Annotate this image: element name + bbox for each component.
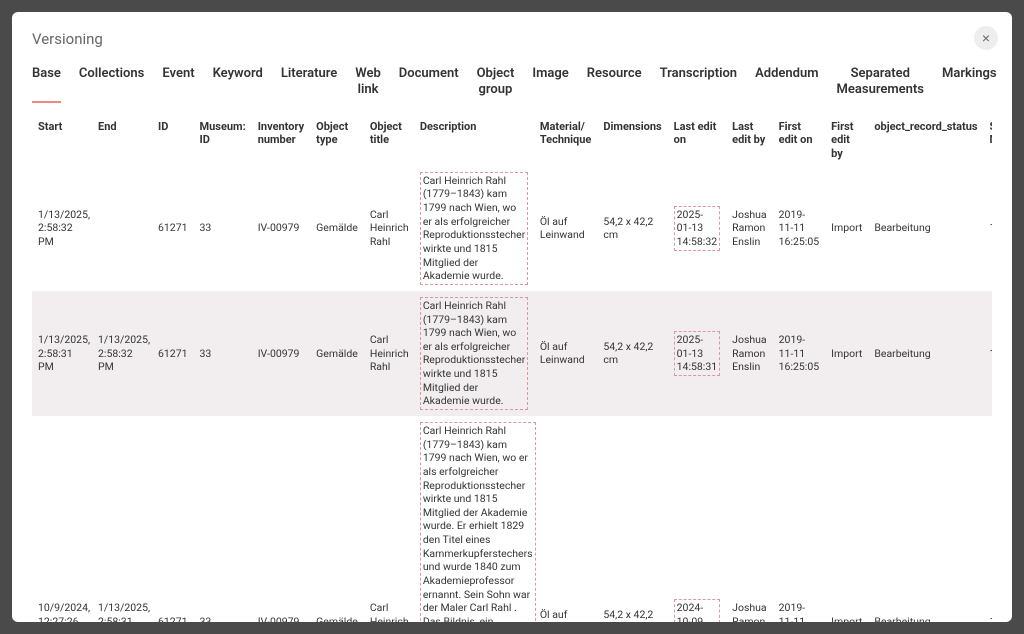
cell-record-status: Bearbeitung <box>868 291 983 416</box>
cell-description: Carl Heinrich Rahl (1779–1843) kam 1799 … <box>414 416 534 622</box>
col-description: Description <box>414 114 534 166</box>
cell-id: 61271 <box>152 291 194 416</box>
cell-record-status: Bearbeitung <box>868 166 983 291</box>
col-last-edit-by: Last edit by <box>726 114 772 166</box>
cell-material: Öl auf Leinwand <box>534 166 598 291</box>
cell-description: Carl Heinrich Rahl (1779–1843) kam 1799 … <box>414 166 534 291</box>
cell-material: Öl auf Leinwand <box>534 291 598 416</box>
cell-first-edit-by: Import <box>825 291 868 416</box>
cell-last-edit-on: 2024-10-09 00:27:26 <box>668 416 727 622</box>
tab-keyword[interactable]: Keyword <box>213 66 263 103</box>
tab-web-link[interactable]: Weblink <box>355 66 381 103</box>
cell-start: 1/13/2025, 2:58:31 PM <box>32 291 92 416</box>
col-material: Material/ Technique <box>534 114 598 166</box>
tab-transcription[interactable]: Transcription <box>660 66 737 103</box>
cell-object-title: Carl Heinrich Rahl <box>364 416 414 622</box>
table-header-row: Start End ID Museum: ID Inventory number… <box>32 114 992 166</box>
cell-first-edit-on: 2019-11-11 16:25:05 <box>773 166 826 291</box>
cell-social-media: 1 <box>984 291 992 416</box>
cell-object-type: Gemälde <box>310 166 364 291</box>
table-row[interactable]: 10/9/2024, 12:27:26 AM1/13/2025, 2:58:31… <box>32 416 992 622</box>
col-inventory-number: Inventory number <box>252 114 310 166</box>
cell-last-edit-by: Joshua Ramon Enslin <box>726 416 772 622</box>
tab-image[interactable]: Image <box>532 66 568 103</box>
cell-social-media: 1 <box>984 166 992 291</box>
cell-first-edit-by: Import <box>825 416 868 622</box>
tab-markings[interactable]: Markings <box>942 66 997 103</box>
cell-dimensions: 54,2 x 42,2 cm <box>597 416 667 622</box>
col-first-edit-on: First edit on <box>773 114 826 166</box>
cell-museum-id: 33 <box>194 166 252 291</box>
modal-title: Versioning <box>32 30 992 48</box>
cell-last-edit-by: Joshua Ramon Enslin <box>726 166 772 291</box>
versioning-modal: × Versioning Base Collections Event Keyword… <box>12 12 1012 622</box>
tab-base[interactable]: Base <box>32 66 61 103</box>
cell-id: 61271 <box>152 416 194 622</box>
tab-document[interactable]: Document <box>399 66 459 103</box>
tab-object-group[interactable]: Objectgroup <box>477 66 515 103</box>
cell-id: 61271 <box>152 166 194 291</box>
cell-start: 10/9/2024, 12:27:26 AM <box>32 416 92 622</box>
cell-last-edit-by: Joshua Ramon Enslin <box>726 291 772 416</box>
cell-inventory-number: IV-00979 <box>252 166 310 291</box>
cell-inventory-number: IV-00979 <box>252 416 310 622</box>
cell-dimensions: 54,2 x 42,2 cm <box>597 291 667 416</box>
tab-collections[interactable]: Collections <box>79 66 144 103</box>
col-record-status: object_record_status <box>868 114 983 166</box>
cell-end <box>92 166 152 291</box>
cell-dimensions: 54,2 x 42,2 cm <box>597 166 667 291</box>
tab-literature[interactable]: Literature <box>281 66 337 103</box>
cell-first-edit-by: Import <box>825 166 868 291</box>
close-button[interactable]: × <box>974 26 998 50</box>
cell-inventory-number: IV-00979 <box>252 291 310 416</box>
col-first-edit-by: First edit by <box>825 114 868 166</box>
cell-last-edit-on: 2025-01-13 14:58:32 <box>668 166 727 291</box>
table-row[interactable]: 1/13/2025, 2:58:32 PM 6127133IV-00979Gemä… <box>32 166 992 291</box>
col-end: End <box>92 114 152 166</box>
cell-end: 1/13/2025, 2:58:31 PM <box>92 416 152 622</box>
tab-bar: Base Collections Event Keyword Literature Web… <box>32 66 992 104</box>
cell-record-status: Bearbeitung <box>868 416 983 622</box>
version-table: Start End ID Museum: ID Inventory number… <box>32 114 992 622</box>
cell-last-edit-on: 2025-01-13 14:58:31 <box>668 291 727 416</box>
cell-material: Öl auf Leinwand <box>534 416 598 622</box>
cell-social-media: 1 <box>984 416 992 622</box>
col-id: ID <box>152 114 194 166</box>
col-dimensions: Dimensions <box>597 114 667 166</box>
cell-museum-id: 33 <box>194 291 252 416</box>
col-social-media: Social Media <box>984 114 992 166</box>
col-object-title: Object title <box>364 114 414 166</box>
table-scroll[interactable]: Start End ID Museum: ID Inventory number… <box>32 114 992 622</box>
tab-addendum[interactable]: Addendum <box>755 66 818 103</box>
col-start: Start <box>32 114 92 166</box>
tab-resource[interactable]: Resource <box>587 66 642 103</box>
cell-end: 1/13/2025, 2:58:32 PM <box>92 291 152 416</box>
cell-description: Carl Heinrich Rahl (1779–1843) kam 1799 … <box>414 291 534 416</box>
cell-object-type: Gemälde <box>310 416 364 622</box>
col-last-edit-on: Last edit on <box>668 114 727 166</box>
cell-first-edit-on: 2019-11-11 16:25:05 <box>773 291 826 416</box>
cell-object-title: Carl Heinrich Rahl <box>364 291 414 416</box>
cell-museum-id: 33 <box>194 416 252 622</box>
cell-first-edit-on: 2019-11-11 16:25:05 <box>773 416 826 622</box>
col-museum-id: Museum: ID <box>194 114 252 166</box>
cell-start: 1/13/2025, 2:58:32 PM <box>32 166 92 291</box>
cell-object-type: Gemälde <box>310 291 364 416</box>
tab-separated-measurements[interactable]: SeparatedMeasurements <box>837 66 924 103</box>
table-row[interactable]: 1/13/2025, 2:58:31 PM1/13/2025, 2:58:32 … <box>32 291 992 416</box>
cell-object-title: Carl Heinrich Rahl <box>364 166 414 291</box>
tab-event[interactable]: Event <box>162 66 194 103</box>
col-object-type: Object type <box>310 114 364 166</box>
